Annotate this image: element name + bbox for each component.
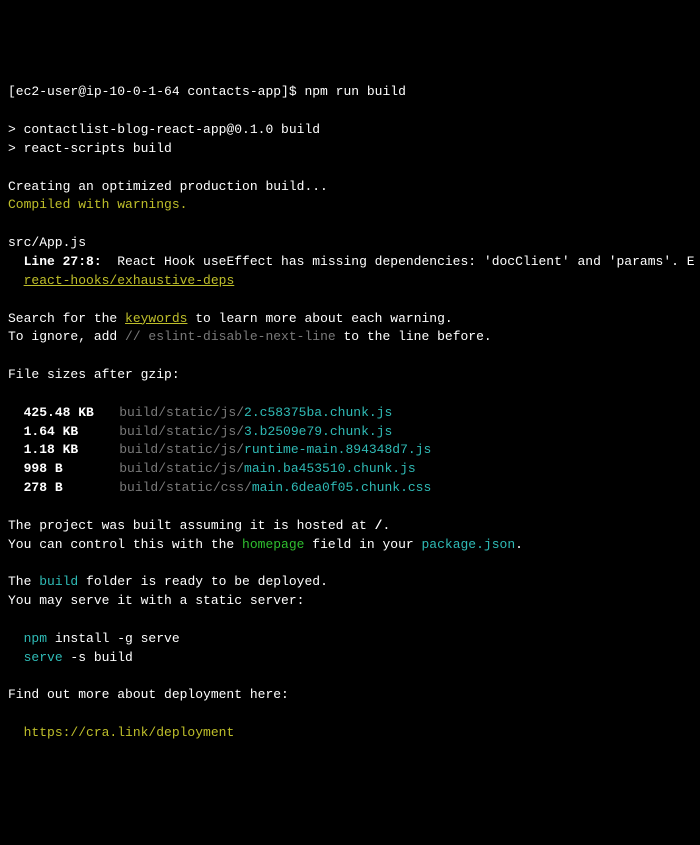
file-row: 278 B build/static/css/main.6dea0f05.chu… — [8, 479, 692, 498]
compiled-status: Compiled with warnings. — [8, 196, 692, 215]
file-row: 1.18 KB build/static/js/runtime-main.894… — [8, 441, 692, 460]
deploy-hint: Find out more about deployment here: — [8, 686, 692, 705]
status-text: Creating an optimized production build..… — [8, 178, 692, 197]
cmd-line: npm install -g serve — [8, 630, 692, 649]
file-row: 1.64 KB build/static/js/3.b2509e79.chunk… — [8, 423, 692, 442]
search-hint: Search for the keywords to learn more ab… — [8, 310, 692, 329]
warning-file: src/App.js — [8, 234, 692, 253]
sizes-header: File sizes after gzip: — [8, 366, 692, 385]
ready-line: The build folder is ready to be deployed… — [8, 573, 692, 592]
control-line: You can control this with the homepage f… — [8, 536, 692, 555]
warning-rule: react-hooks/exhaustive-deps — [8, 272, 692, 291]
terminal-output[interactable]: [ec2-user@ip-10-0-1-64 contacts-app]$ np… — [8, 83, 692, 743]
serve-hint: You may serve it with a static server: — [8, 592, 692, 611]
shell-prompt: [ec2-user@ip-10-0-1-64 contacts-app]$ np… — [8, 83, 692, 102]
deploy-link: https://cra.link/deployment — [8, 724, 692, 743]
hosted-line: The project was built assuming it is hos… — [8, 517, 692, 536]
ignore-hint: To ignore, add // eslint-disable-next-li… — [8, 328, 692, 347]
file-row: 998 B build/static/js/main.ba453510.chun… — [8, 460, 692, 479]
cmd-line: serve -s build — [8, 649, 692, 668]
script-line: > contactlist-blog-react-app@0.1.0 build — [8, 121, 692, 140]
script-line: > react-scripts build — [8, 140, 692, 159]
warning-line: Line 27:8: React Hook useEffect has miss… — [8, 253, 692, 272]
file-row: 425.48 KB build/static/js/2.c58375ba.chu… — [8, 404, 692, 423]
